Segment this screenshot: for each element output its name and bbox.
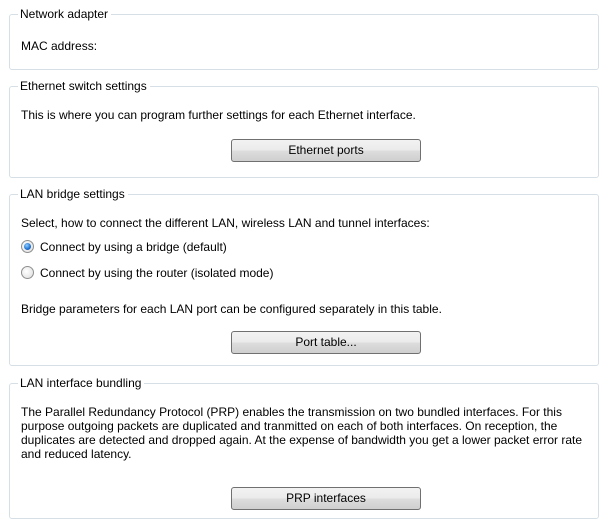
lan-bridge-prompt: Select, how to connect the different LAN…: [21, 216, 430, 230]
bridge-parameters-note: Bridge parameters for each LAN port can …: [21, 302, 442, 316]
radio-selected-icon[interactable]: [21, 240, 34, 253]
radio-unselected-icon[interactable]: [21, 266, 34, 279]
prp-description: The Parallel Redundancy Protocol (PRP) e…: [21, 405, 583, 461]
lan-bundling-group: LAN interface bundling The Parallel Redu…: [9, 376, 599, 519]
lan-bundling-title: LAN interface bundling: [18, 376, 145, 391]
port-table-button[interactable]: Port table...: [231, 331, 421, 354]
network-adapter-title: Network adapter: [18, 7, 112, 22]
mac-address-label: MAC address:: [21, 39, 98, 53]
ethernet-switch-group: Ethernet switch settings This is where y…: [9, 79, 599, 178]
prp-interfaces-button[interactable]: PRP interfaces: [231, 487, 421, 510]
radio-connect-router-label[interactable]: Connect by using the router (isolated mo…: [40, 266, 273, 280]
ethernet-switch-description: This is where you can program further se…: [21, 108, 416, 122]
ethernet-ports-button[interactable]: Ethernet ports: [231, 139, 421, 162]
radio-connect-router[interactable]: Connect by using the router (isolated mo…: [21, 265, 273, 280]
ethernet-switch-title: Ethernet switch settings: [18, 79, 150, 94]
radio-connect-bridge-label[interactable]: Connect by using a bridge (default): [40, 240, 227, 254]
network-adapter-group: Network adapter MAC address:: [9, 7, 599, 70]
radio-connect-bridge[interactable]: Connect by using a bridge (default): [21, 239, 227, 254]
lan-bridge-title: LAN bridge settings: [18, 187, 128, 202]
lan-bridge-group: LAN bridge settings Select, how to conne…: [9, 187, 599, 366]
